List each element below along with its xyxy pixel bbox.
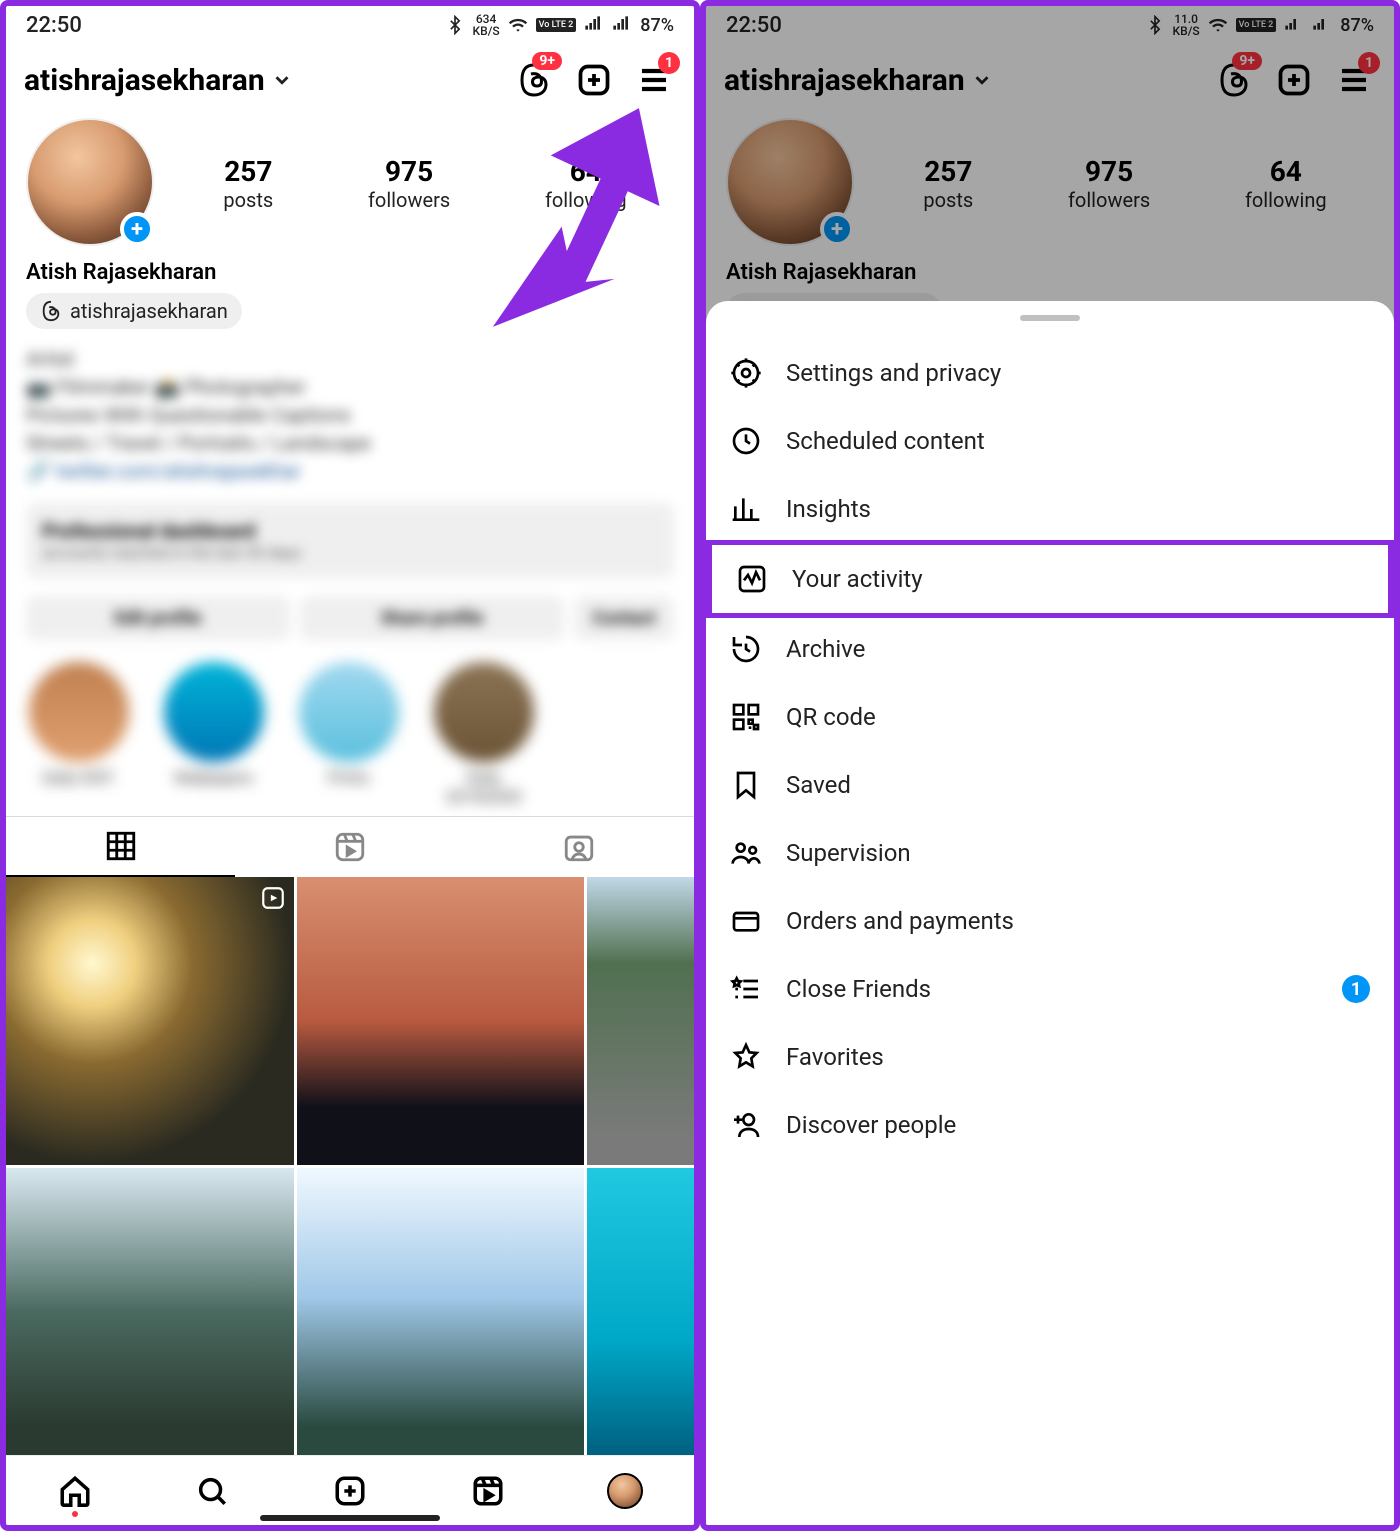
post-thumbnail[interactable] <box>297 877 585 1165</box>
list-star-icon <box>730 973 762 1005</box>
post-thumbnail[interactable] <box>587 877 694 1165</box>
threads-chip[interactable]: atishrajasekharan <box>26 293 242 329</box>
nav-search[interactable] <box>192 1471 232 1511</box>
post-thumbnail[interactable] <box>587 1168 694 1456</box>
profile-stats-row: + 257posts 975followers 64following <box>6 110 694 254</box>
tab-reels[interactable] <box>235 817 464 877</box>
nav-home[interactable] <box>55 1471 95 1511</box>
bio-blurred: Artist 📷 Filmmaker 📸 Photographer Pictur… <box>6 335 694 485</box>
grid-icon <box>104 829 138 863</box>
card-icon <box>730 905 762 937</box>
chart-icon <box>730 493 762 525</box>
star-icon <box>730 1041 762 1073</box>
nav-reels[interactable] <box>468 1471 508 1511</box>
people-icon <box>730 837 762 869</box>
chevron-down-icon <box>271 69 293 91</box>
signal-icon-2 <box>612 15 632 35</box>
menu-your-activity[interactable]: Your activity <box>706 540 1394 618</box>
menu-saved[interactable]: Saved <box>706 751 1394 819</box>
plus-square-icon <box>576 62 612 98</box>
post-thumbnail[interactable] <box>297 1168 585 1456</box>
reels-icon <box>260 885 286 915</box>
add-story-icon[interactable]: + <box>120 212 154 246</box>
stat-posts[interactable]: 257posts <box>223 155 273 212</box>
menu-badge: 1 <box>658 52 680 74</box>
post-thumbnail[interactable] <box>6 877 294 1165</box>
options-bottom-sheet: Settings and privacy Scheduled content I… <box>706 301 1394 1525</box>
reels-icon <box>471 1474 505 1508</box>
status-time: 22:50 <box>26 13 82 38</box>
threads-badge: 9+ <box>532 52 562 70</box>
threads-icon <box>40 300 62 322</box>
menu-insights[interactable]: Insights <box>706 475 1394 543</box>
wifi-icon <box>508 15 528 35</box>
status-bar: 22:50 634KB/S Vo LTE 2 87% <box>6 6 694 44</box>
display-name: Atish Rajasekharan <box>26 260 674 285</box>
status-right: 634KB/S Vo LTE 2 87% <box>445 13 674 37</box>
create-button[interactable] <box>572 58 616 102</box>
menu-favorites[interactable]: Favorites <box>706 1023 1394 1091</box>
contact-button[interactable]: Contact <box>574 596 674 640</box>
share-profile-button[interactable]: Share profile <box>300 596 564 640</box>
home-icon <box>58 1474 92 1508</box>
archive-icon <box>730 633 762 665</box>
stat-followers[interactable]: 975followers <box>368 155 450 212</box>
tab-grid[interactable] <box>6 817 235 877</box>
story-highlights[interactable]: Daily XIST Wallpapers Prints Daily 2019|… <box>6 648 694 806</box>
posts-grid <box>6 877 694 1455</box>
bookmark-icon <box>730 769 762 801</box>
battery-text: 87% <box>640 15 674 36</box>
sheet-handle[interactable] <box>1020 315 1080 321</box>
tagged-icon <box>562 830 596 864</box>
gear-icon <box>730 357 762 389</box>
menu-discover-people[interactable]: Discover people <box>706 1091 1394 1159</box>
tab-tagged[interactable] <box>465 817 694 877</box>
profile-tabs <box>6 816 694 877</box>
phone-left: 22:50 634KB/S Vo LTE 2 87% atishrajasekh… <box>0 0 700 1531</box>
menu-orders[interactable]: Orders and payments <box>706 887 1394 955</box>
signal-icon <box>584 15 604 35</box>
search-icon <box>195 1474 229 1508</box>
menu-scheduled[interactable]: Scheduled content <box>706 407 1394 475</box>
hamburger-menu-button[interactable]: 1 <box>632 58 676 102</box>
menu-close-friends[interactable]: Close Friends 1 <box>706 955 1394 1023</box>
avatar-icon <box>607 1473 643 1509</box>
username-switcher[interactable]: atishrajasekharan <box>24 63 496 98</box>
clock-icon <box>730 425 762 457</box>
nav-create[interactable] <box>330 1471 370 1511</box>
add-person-icon <box>730 1109 762 1141</box>
stat-following[interactable]: 64following <box>545 155 627 212</box>
nav-profile[interactable] <box>605 1471 645 1511</box>
bottom-nav <box>6 1455 694 1525</box>
profile-header: atishrajasekharan 9+ 1 <box>6 44 694 110</box>
close-friends-count: 1 <box>1342 975 1370 1003</box>
post-thumbnail[interactable] <box>6 1168 294 1456</box>
professional-dashboard[interactable]: Professional dashboard accounts reached … <box>26 503 674 578</box>
menu-supervision[interactable]: Supervision <box>706 819 1394 887</box>
gesture-handle <box>260 1515 440 1521</box>
qr-icon <box>730 701 762 733</box>
plus-square-icon <box>333 1474 367 1508</box>
phone-right: 22:50 11.0KB/S Vo LTE 2 87% atishrajasek… <box>700 0 1400 1531</box>
menu-archive[interactable]: Archive <box>706 615 1394 683</box>
profile-avatar[interactable]: + <box>26 118 156 248</box>
menu-qr-code[interactable]: QR code <box>706 683 1394 751</box>
edit-profile-button[interactable]: Edit profile <box>26 596 290 640</box>
threads-button[interactable]: 9+ <box>512 58 556 102</box>
reels-icon <box>333 830 367 864</box>
activity-icon <box>736 563 768 595</box>
menu-settings[interactable]: Settings and privacy <box>706 339 1394 407</box>
bluetooth-icon <box>445 15 465 35</box>
